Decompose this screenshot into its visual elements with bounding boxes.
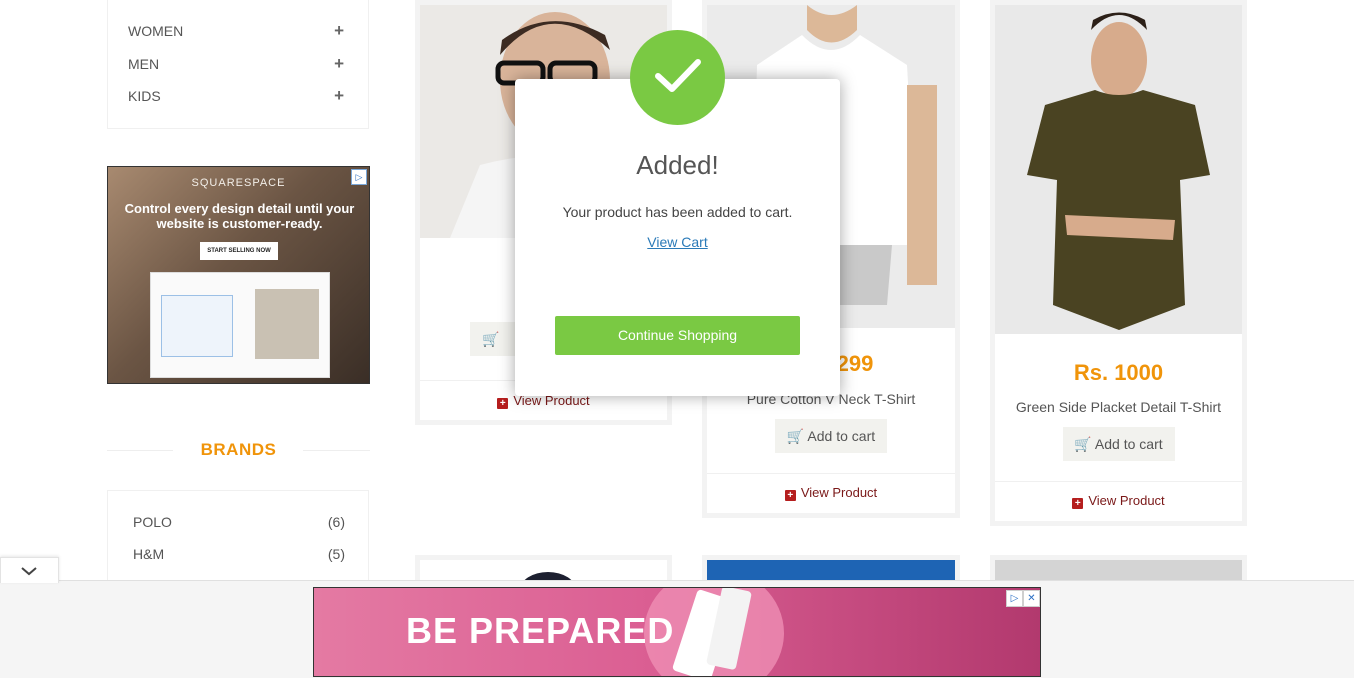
view-product-link[interactable]: + View Product (995, 493, 1242, 509)
success-check-icon (630, 30, 725, 125)
brand-item-hm[interactable]: H&M (5) (133, 546, 345, 562)
product-price: Rs. 1000 (1073, 360, 1164, 385)
brand-item-polo[interactable]: POLO (6) (133, 514, 345, 530)
brand-name: POLO (133, 514, 172, 530)
view-product-label: View Product (1088, 493, 1165, 508)
product-name: Green Side Placket Detail T-Shirt (1015, 399, 1222, 415)
category-panel: WOMEN + MEN + KIDS + (107, 0, 369, 129)
category-kids[interactable]: KIDS + (128, 86, 344, 106)
brand-count: (6) (327, 514, 345, 530)
category-label: KIDS (128, 88, 161, 104)
sidebar-ad[interactable]: SQUARESPACE Control every design detail … (107, 166, 370, 384)
product-image[interactable] (995, 5, 1242, 334)
view-product-link[interactable]: + View Product (707, 485, 955, 501)
modal-message: Your product has been added to cart. (562, 204, 793, 220)
ad-brand: SQUARESPACE (191, 177, 286, 189)
brands-heading: BRANDS (200, 440, 277, 459)
adchoices-icon[interactable]: ▷ (1006, 590, 1023, 607)
brand-count: (5) (327, 546, 345, 562)
category-women[interactable]: WOMEN + (128, 21, 344, 41)
ad-cta-button[interactable]: START SELLING NOW (200, 242, 278, 260)
close-icon[interactable]: ✕ (1023, 590, 1040, 607)
view-product-label: View Product (800, 485, 878, 500)
plus-square-icon: + (784, 490, 796, 501)
cart-icon: 🛒 (482, 331, 500, 347)
add-to-cart-label: Add to cart (1094, 436, 1163, 452)
plus-square-icon: + (497, 398, 509, 409)
category-men[interactable]: MEN + (128, 54, 344, 74)
plus-square-icon: + (1072, 498, 1084, 509)
green-tshirt-image (995, 5, 1242, 334)
divider (707, 473, 955, 474)
ad-lamp-image (161, 295, 233, 357)
expand-plus-icon[interactable]: + (334, 21, 344, 41)
add-to-cart-label: Add to cart (807, 428, 876, 444)
collapse-ad-button[interactable] (0, 557, 59, 583)
cart-icon: 🛒 (786, 428, 805, 444)
ad-mockup-image (150, 272, 330, 378)
category-label: MEN (128, 56, 160, 72)
ad-controls: ▷ ✕ (1006, 588, 1040, 607)
add-to-cart-button[interactable]: 🛒 Add to cart (1062, 427, 1175, 461)
chevron-down-icon (21, 567, 37, 576)
adchoices-icon[interactable]: ▷ (351, 169, 367, 185)
ad-headline: Control every design detail until your w… (124, 201, 355, 231)
expand-plus-icon[interactable]: + (334, 54, 344, 74)
ad-table-image (255, 289, 319, 359)
brand-name: H&M (133, 546, 165, 562)
continue-shopping-button[interactable]: Continue Shopping (555, 316, 800, 355)
divider (995, 481, 1242, 482)
cart-icon: 🛒 (1074, 436, 1092, 452)
category-label: WOMEN (128, 23, 184, 39)
ad-slogan: BE PREPARED (406, 610, 675, 651)
add-to-cart-button[interactable]: 🛒 Add to cart (775, 419, 887, 453)
view-cart-link[interactable]: View Cart (515, 234, 840, 250)
product-card: Rs. 1000 Green Side Placket Detail T-Shi… (990, 0, 1247, 526)
modal-title: Added! (636, 150, 719, 180)
expand-plus-icon[interactable]: + (334, 86, 344, 106)
bottom-banner-ad[interactable]: BE PREPARED ▷ ✕ (313, 587, 1041, 677)
brands-panel: POLO (6) H&M (5) (107, 490, 369, 590)
